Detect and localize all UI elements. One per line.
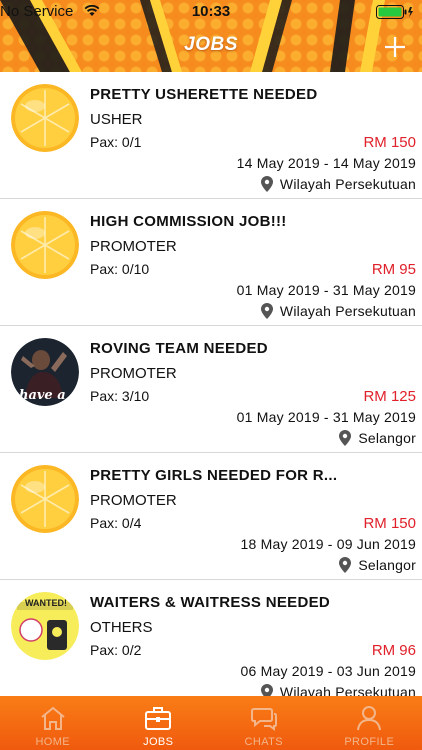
job-list[interactable]: PRETTY USHERETTE NEEDED USHER Pax: 0/1 R… [0,72,422,696]
job-location-label: Wilayah Persekutuan [279,176,416,192]
job-dates: 06 May 2019 - 03 Jun 2019 [240,663,416,679]
tab-home-label: HOME [35,736,71,748]
job-list-item[interactable]: PRETTY USHERETTE NEEDED USHER Pax: 0/1 R… [0,72,422,199]
job-pax: Pax: 0/10 [90,261,150,277]
job-location: Selangor [339,430,416,446]
job-pax: Pax: 0/4 [90,515,142,531]
job-location-label: Wilayah Persekutuan [279,684,416,696]
job-avatar-cafe-poster: WANTED! [11,592,79,660]
job-category: PROMOTER [90,238,177,255]
job-dates: 01 May 2019 - 31 May 2019 [236,282,416,298]
location-pin-icon [339,557,352,573]
job-category: PROMOTER [90,492,177,509]
job-pay: RM 95 [371,261,416,278]
job-avatar-orange-slice [11,211,79,279]
tab-chats-label: CHATS [244,736,283,748]
battery-icon [376,5,413,19]
job-title: PRETTY GIRLS NEEDED FOR R... [90,467,338,484]
tab-profile[interactable]: PROFILE [317,696,422,750]
job-location: Selangor [339,557,416,573]
bottom-tab-bar: HOME JOBS CHATS PROFILE [0,696,422,750]
job-pax: Pax: 0/1 [90,134,142,150]
clock-time: 10:33 [191,3,231,20]
location-pin-icon [260,303,273,319]
tab-jobs-label: JOBS [143,736,174,748]
job-location-label: Wilayah Persekutuan [279,303,416,319]
job-pay: RM 150 [363,134,416,151]
job-category: OTHERS [90,619,153,636]
job-list-item[interactable]: PRETTY GIRLS NEEDED FOR R... PROMOTER Pa… [0,453,422,580]
job-pay: RM 96 [371,642,416,659]
job-pax: Pax: 3/10 [90,388,150,404]
job-dates: 18 May 2019 - 09 Jun 2019 [240,536,416,552]
job-list-item[interactable]: HIGH COMMISSION JOB!!! PROMOTER Pax: 0/1… [0,199,422,326]
avatar-overlay-text: WANTED! [25,598,67,608]
job-title: PRETTY USHERETTE NEEDED [90,86,318,103]
job-dates: 14 May 2019 - 14 May 2019 [236,155,416,171]
job-pay: RM 125 [363,388,416,405]
location-pin-icon [339,430,352,446]
job-list-item[interactable]: WANTED! WAITERS & WAITRESS NEEDED OTHERS… [0,580,422,696]
job-title: HIGH COMMISSION JOB!!! [90,213,287,230]
tab-chats[interactable]: CHATS [211,696,317,750]
page-title: JOBS [184,34,238,55]
job-avatar-orange-slice [11,465,79,533]
job-title: WAITERS & WAITRESS NEEDED [90,594,331,611]
location-pin-icon [260,684,273,696]
job-pay: RM 150 [363,515,416,532]
profile-icon [357,706,382,731]
job-avatar-team-photo: have a [11,338,79,406]
job-location: Wilayah Persekutuan [260,176,416,192]
status-bar: No Service 10:33 [0,0,422,24]
job-location-label: Selangor [358,557,416,573]
avatar-overlay-text: have a [19,388,66,403]
chat-icon [250,708,277,731]
job-pax: Pax: 0/2 [90,642,142,658]
app-header: No Service 10:33 JOBS [0,0,422,72]
job-category: PROMOTER [90,365,177,382]
briefcase-icon [145,707,172,730]
job-avatar-orange-slice [11,84,79,152]
job-list-item[interactable]: have a ROVING TEAM NEEDED PROMOTER Pax: … [0,326,422,453]
home-icon [41,706,65,730]
plus-icon[interactable] [384,36,406,58]
tab-home[interactable]: HOME [0,696,106,750]
job-location: Wilayah Persekutuan [260,303,416,319]
job-title: ROVING TEAM NEEDED [90,340,268,357]
tab-profile-label: PROFILE [344,736,395,748]
job-dates: 01 May 2019 - 31 May 2019 [236,409,416,425]
job-location: Wilayah Persekutuan [260,684,416,696]
job-location-label: Selangor [358,430,416,446]
tab-jobs[interactable]: JOBS [106,696,212,750]
job-category: USHER [90,111,143,128]
location-pin-icon [260,176,273,192]
